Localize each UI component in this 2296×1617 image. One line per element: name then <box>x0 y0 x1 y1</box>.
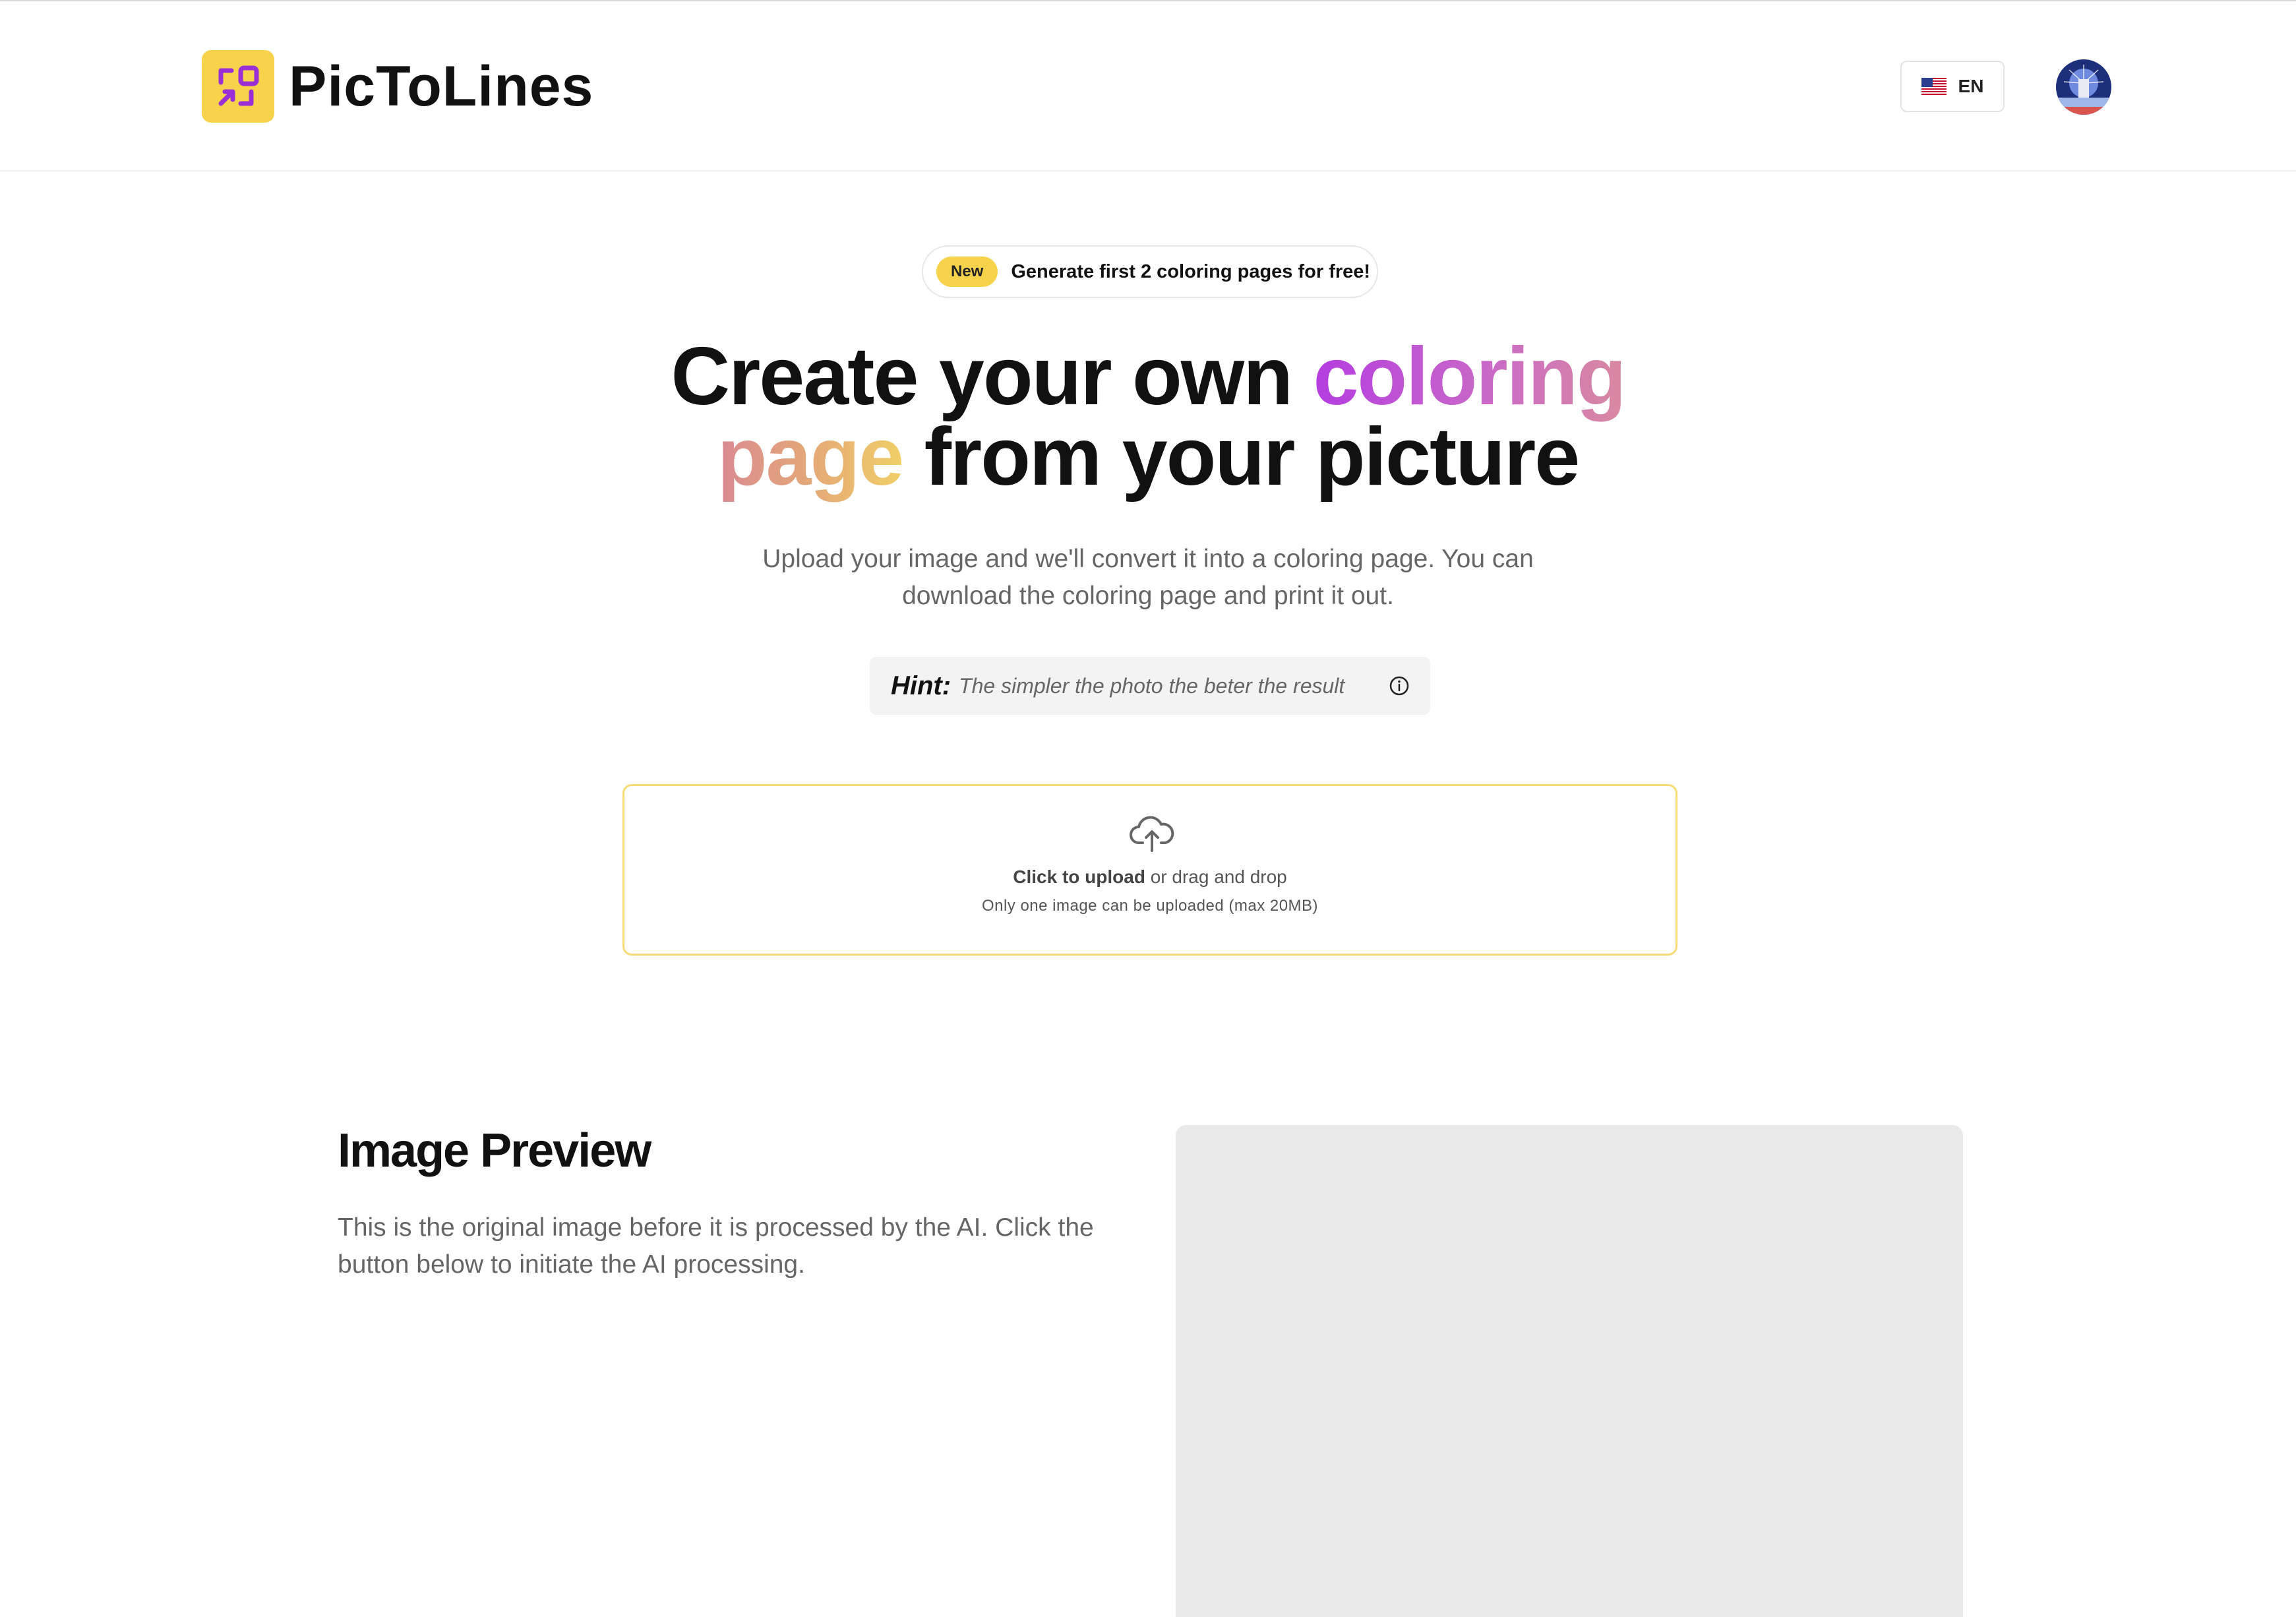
upload-instructions: Click to upload or drag and drop <box>624 867 1676 888</box>
language-selector-button[interactable]: EN <box>1900 61 2005 112</box>
brand-name: PicToLines <box>289 54 594 118</box>
top-navbar: PicToLines EN <box>0 0 2296 171</box>
hint-text: The simpler the photo the beter the resu… <box>959 673 1345 698</box>
hero-title-part-2: from your picture <box>903 412 1581 503</box>
language-label: EN <box>1958 76 1984 96</box>
brand-logo-link[interactable]: PicToLines <box>202 50 593 123</box>
image-preview-heading: Image Preview <box>338 1124 651 1177</box>
hero-title-highlight-2: page <box>717 412 904 503</box>
hero-title-line-2: page from your picture <box>0 416 2296 498</box>
new-tag: New <box>936 257 998 287</box>
upload-dropzone[interactable]: Click to upload or drag and drop Only on… <box>622 784 1677 956</box>
click-to-upload-link[interactable]: Click to upload <box>1013 867 1145 887</box>
hint-label: Hint: <box>891 671 952 700</box>
hero-title-line-1: Create your own coloring <box>0 336 2296 417</box>
drag-drop-text: or drag and drop <box>1145 867 1287 887</box>
logo-icon <box>202 50 274 123</box>
hero-subtitle: Upload your image and we'll convert it i… <box>762 545 1534 610</box>
badge-text: Generate first 2 coloring pages for free… <box>1011 260 1371 282</box>
image-preview-placeholder <box>1176 1125 1963 1617</box>
upload-limit-note: Only one image can be uploaded (max 20MB… <box>981 897 1319 915</box>
free-offer-badge[interactable]: New Generate first 2 coloring pages for … <box>922 245 1378 298</box>
cloud-upload-icon <box>1130 816 1174 852</box>
hero-title: Create your own coloring page from your … <box>0 336 2296 498</box>
user-avatar[interactable] <box>2056 59 2111 115</box>
us-flag-icon <box>1921 78 1947 95</box>
hint-box: Hint: The simpler the photo the beter th… <box>870 657 1430 715</box>
hero-title-part-1: Create your own <box>671 331 1314 422</box>
image-preview-description: This is the original image before it is … <box>338 1213 1094 1279</box>
info-icon[interactable] <box>1388 675 1410 697</box>
page: PicToLines EN New Generate first 2 color… <box>0 0 2296 1617</box>
hero-title-highlight-1: coloring <box>1313 331 1626 422</box>
